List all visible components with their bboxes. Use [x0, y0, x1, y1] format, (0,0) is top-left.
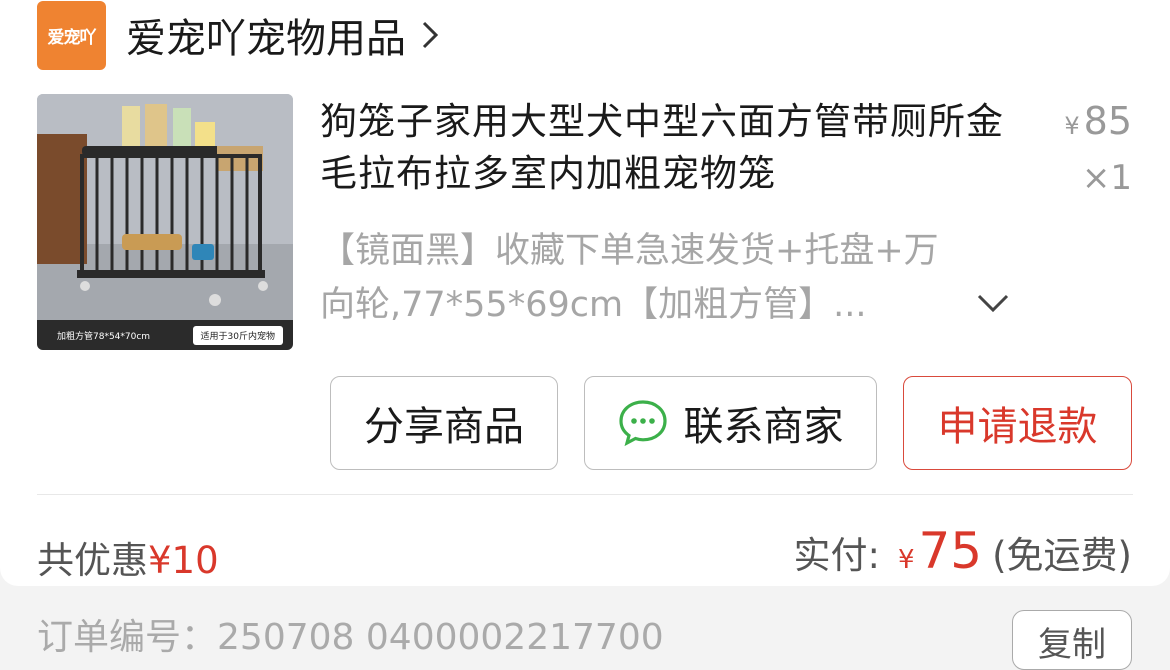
chevron-down-icon[interactable] [973, 288, 1013, 318]
price-box: ¥85 ×1 [1064, 98, 1132, 207]
paid-symbol: ¥ [897, 545, 915, 575]
paid-amount: 75 [918, 522, 983, 580]
dog-cage-illustration [37, 94, 293, 320]
quantity: ×1 [1081, 158, 1132, 198]
caption-fit: 适用于30斤内宠物 [192, 325, 283, 345]
unit-price: ¥85 [1064, 98, 1132, 149]
order-item-card: 爱宠吖 爱宠吖宠物用品 加粗方管78*54*70cm 适用于30斤内宠物 狗笼子… [0, 0, 1170, 586]
divider [37, 494, 1133, 495]
order-number: 250708 0400002217700 [217, 617, 664, 658]
paid-label: 实付: [793, 534, 880, 577]
request-refund-button[interactable]: 申请退款 [903, 376, 1132, 470]
discount-amount: ¥10 [148, 539, 219, 582]
price-value: 85 [1083, 99, 1132, 143]
sku-spec[interactable]: 【镜面黑】收藏下单急速发货+托盘+万向轮,77*55*69cm【加粗方管】... [320, 224, 960, 332]
order-number-label: 订单编号： [37, 617, 218, 658]
contact-seller-button[interactable]: 联系商家 [584, 376, 877, 470]
discount-label: 共优惠 [37, 539, 148, 582]
paid-summary: 实付: ¥ 75 (免运费) [793, 522, 1132, 580]
shop-logo: 爱宠吖 [37, 0, 106, 70]
shipping-note: (免运费) [992, 534, 1132, 577]
product-title[interactable]: 狗笼子家用大型犬中型六面方管带厕所金毛拉布拉多室内加粗宠物笼 [320, 96, 1010, 200]
contact-seller-label: 联系商家 [683, 404, 844, 450]
product-image[interactable]: 加粗方管78*54*70cm 适用于30斤内宠物 [37, 94, 293, 350]
product-image-caption: 加粗方管78*54*70cm 适用于30斤内宠物 [37, 320, 293, 350]
price-symbol: ¥ [1064, 112, 1080, 140]
copy-button[interactable]: 复制 [1012, 610, 1132, 670]
share-product-button[interactable]: 分享商品 [330, 376, 558, 470]
shop-name[interactable]: 爱宠吖宠物用品 [126, 6, 406, 64]
discount-summary: 共优惠¥10 [37, 530, 219, 584]
chevron-right-icon[interactable] [420, 17, 456, 53]
caption-size: 加粗方管78*54*70cm [57, 331, 151, 342]
wechat-chat-icon [618, 398, 668, 448]
order-number-row: 订单编号：250708 0400002217700 [37, 608, 664, 660]
shop-header[interactable]: 爱宠吖 爱宠吖宠物用品 [37, 0, 456, 70]
